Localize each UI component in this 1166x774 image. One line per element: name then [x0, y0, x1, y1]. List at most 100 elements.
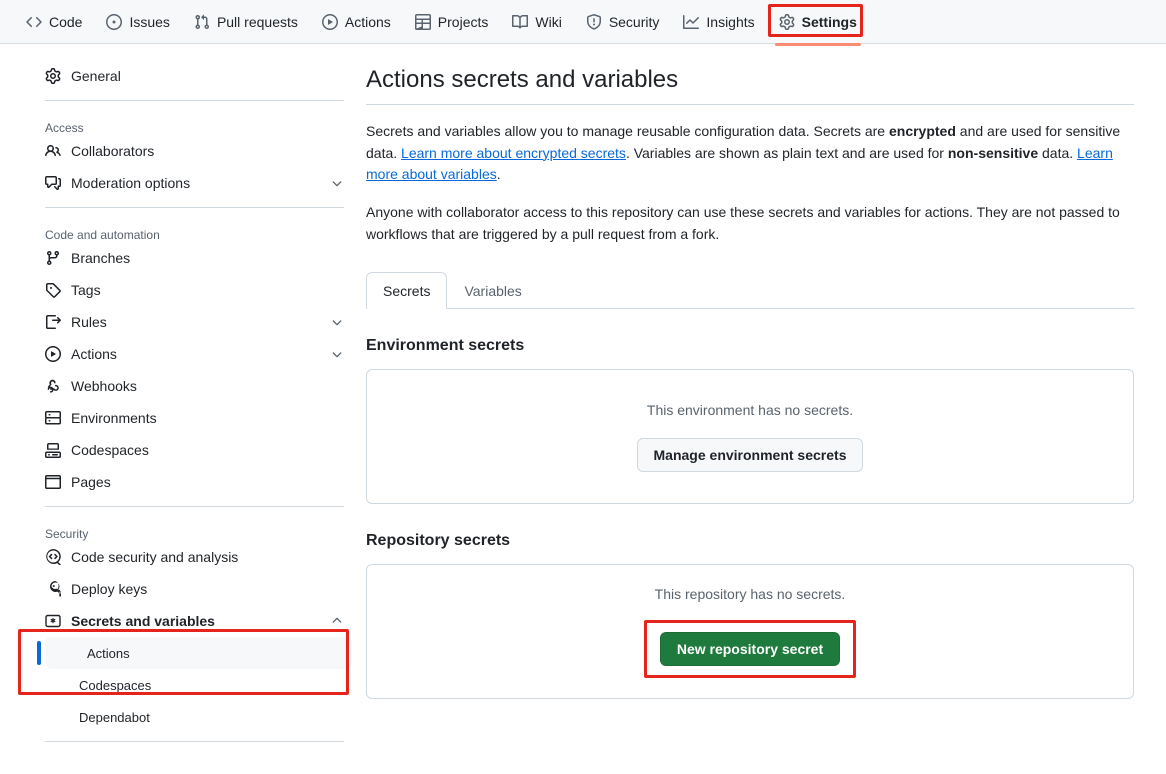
- sidebar-item-label: Code security and analysis: [71, 549, 239, 565]
- sidebar-item-label: Collaborators: [71, 143, 155, 159]
- sidebar-subitem-label: Dependabot: [79, 709, 150, 725]
- nav-item-label: Insights: [706, 13, 755, 30]
- webhook-icon: [45, 378, 61, 394]
- sidebar-item-deploy-keys[interactable]: Deploy keys: [37, 573, 352, 605]
- nav-item-actions[interactable]: Actions: [310, 0, 403, 43]
- sidebar-group-heading: Code and automation: [45, 228, 160, 242]
- sidebar-subitem-label: Actions: [87, 645, 130, 661]
- sidebar-item-tags[interactable]: Tags: [37, 274, 352, 306]
- codescan-icon: [45, 549, 61, 565]
- gear-icon: [45, 68, 61, 84]
- nav-item-label: Security: [608, 13, 660, 30]
- code-icon: [26, 14, 42, 30]
- new-repository-secret-button[interactable]: New repository secret: [659, 631, 841, 666]
- environment-secrets-title: Environment secrets: [366, 337, 525, 355]
- manage-environment-secrets-button[interactable]: Manage environment secrets: [636, 437, 864, 472]
- sidebar-item-label: Secrets and variables: [71, 613, 215, 629]
- nav-item-security[interactable]: Security: [574, 0, 672, 43]
- nav-item-projects[interactable]: Projects: [403, 0, 501, 43]
- sidebar-group-heading: Access: [45, 121, 84, 135]
- sidebar-item-code-security-and-analysis[interactable]: Code security and analysis: [37, 541, 352, 573]
- sidebar-subitem-label: Codespaces: [79, 677, 152, 693]
- sidebar-divider: [45, 207, 344, 208]
- sidebar-item-webhooks[interactable]: Webhooks: [37, 370, 352, 402]
- nav-item-label: Wiki: [535, 13, 562, 30]
- repository-secrets-panel: This repository has no secrets. New repo…: [366, 564, 1134, 700]
- git-pull-request-icon: [194, 14, 210, 30]
- people-icon: [45, 143, 61, 159]
- main-content: Actions secrets and variables Secrets an…: [366, 66, 1134, 700]
- repository-secrets-empty-text: This repository has no secrets.: [654, 585, 846, 602]
- sidebar-divider: [45, 100, 344, 101]
- key-icon: [45, 581, 61, 597]
- nav-item-label: Actions: [344, 13, 391, 30]
- environment-secrets-empty-text: This environment has no secrets.: [646, 401, 854, 418]
- play-icon: [45, 346, 61, 362]
- new-repository-secret-wrapper: New repository secret: [643, 619, 857, 678]
- learn-more-encrypted-secrets-link[interactable]: Learn more about encrypted secrets: [401, 145, 626, 161]
- play-icon: [321, 13, 338, 30]
- codespaces-icon: [45, 442, 61, 458]
- description-paragraph-2: Anyone with collaborator access to this …: [366, 204, 1120, 242]
- graph-icon: [683, 14, 700, 30]
- sidebar-item-codespaces[interactable]: Codespaces: [37, 434, 352, 466]
- sidebar-divider: [45, 741, 344, 742]
- sidebar-item-label: Pages: [71, 474, 111, 490]
- description-paragraph-1: Secrets and variables allow you to manag…: [366, 121, 1134, 186]
- desc-text-1: Secrets and variables allow you to manag…: [366, 123, 889, 139]
- sidebar-divider: [45, 506, 344, 507]
- sidebar-item-label: Branches: [71, 250, 131, 266]
- nav-item-pull-requests[interactable]: Pull requests: [182, 0, 310, 43]
- nav-item-label: Projects: [437, 13, 489, 30]
- tab-variables[interactable]: Variables: [447, 272, 538, 309]
- nav-item-label: Pull requests: [216, 13, 298, 30]
- desc-text-4: data.: [1038, 144, 1078, 161]
- sidebar-item-moderation-options[interactable]: Moderation options: [37, 167, 352, 199]
- settings-sidebar: General Access Collaborators Moderation opt…: [37, 60, 352, 750]
- table-icon: [414, 13, 431, 30]
- tab-secrets[interactable]: Secrets: [366, 272, 448, 310]
- sidebar-subitem-codespaces[interactable]: Codespaces: [37, 669, 352, 701]
- sidebar-item-label: Actions: [71, 346, 117, 362]
- sidebar-item-environments[interactable]: Environments: [37, 402, 352, 434]
- chevron-up-icon[interactable]: [330, 614, 344, 628]
- secrets-variables-tablist: Secrets Variables: [366, 271, 1134, 310]
- nav-item-label: Settings: [801, 13, 857, 30]
- book-icon: [512, 14, 529, 30]
- sidebar-item-rules[interactable]: Rules: [37, 306, 352, 338]
- sidebar-group-heading: Security: [45, 527, 89, 541]
- rules-icon: [45, 314, 61, 330]
- nav-item-issues[interactable]: Issues: [94, 0, 181, 43]
- sidebar-subitem-actions[interactable]: Actions: [37, 637, 352, 669]
- environment-secrets-panel: This environment has no secrets. Manage …: [366, 369, 1134, 505]
- asterisk-key-icon: [45, 613, 61, 629]
- sidebar-item-label: Webhooks: [71, 378, 137, 394]
- chevron-down-icon[interactable]: [330, 315, 344, 329]
- sidebar-item-label: Rules: [71, 314, 107, 330]
- desc-text-3: . Variables are shown as plain text and …: [625, 144, 948, 161]
- sidebar-item-actions[interactable]: Actions: [37, 338, 352, 370]
- nav-item-insights[interactable]: Insights: [671, 0, 766, 43]
- sidebar-item-pages[interactable]: Pages: [37, 466, 352, 498]
- sidebar-item-branches[interactable]: Branches: [37, 242, 352, 274]
- sidebar-item-label: General: [71, 68, 121, 84]
- sidebar-item-label: Codespaces: [71, 442, 149, 458]
- server-icon: [45, 410, 61, 426]
- nav-item-code[interactable]: Code: [14, 0, 94, 43]
- desc-bold-non-sensitive: non-sensitive: [947, 144, 1039, 161]
- page-title: Actions secrets and variables: [366, 66, 1134, 105]
- chevron-down-icon[interactable]: [330, 176, 344, 190]
- sidebar-item-label: Deploy keys: [71, 581, 148, 597]
- comment-discussion-icon: [45, 175, 61, 191]
- git-branch-icon: [45, 250, 61, 266]
- chevron-down-icon[interactable]: [330, 347, 344, 361]
- sidebar-item-collaborators[interactable]: Collaborators: [37, 135, 352, 167]
- sidebar-item-label: Moderation options: [71, 175, 191, 191]
- nav-item-wiki[interactable]: Wiki: [500, 0, 573, 43]
- desc-bold-encrypted: encrypted: [888, 123, 956, 139]
- nav-item-settings[interactable]: Settings: [767, 0, 869, 46]
- sidebar-subitem-dependabot[interactable]: Dependabot: [37, 701, 352, 733]
- sidebar-item-secrets-and-variables[interactable]: Secrets and variables: [37, 605, 352, 637]
- sidebar-item-general[interactable]: General: [37, 60, 352, 92]
- shield-icon: [586, 13, 602, 30]
